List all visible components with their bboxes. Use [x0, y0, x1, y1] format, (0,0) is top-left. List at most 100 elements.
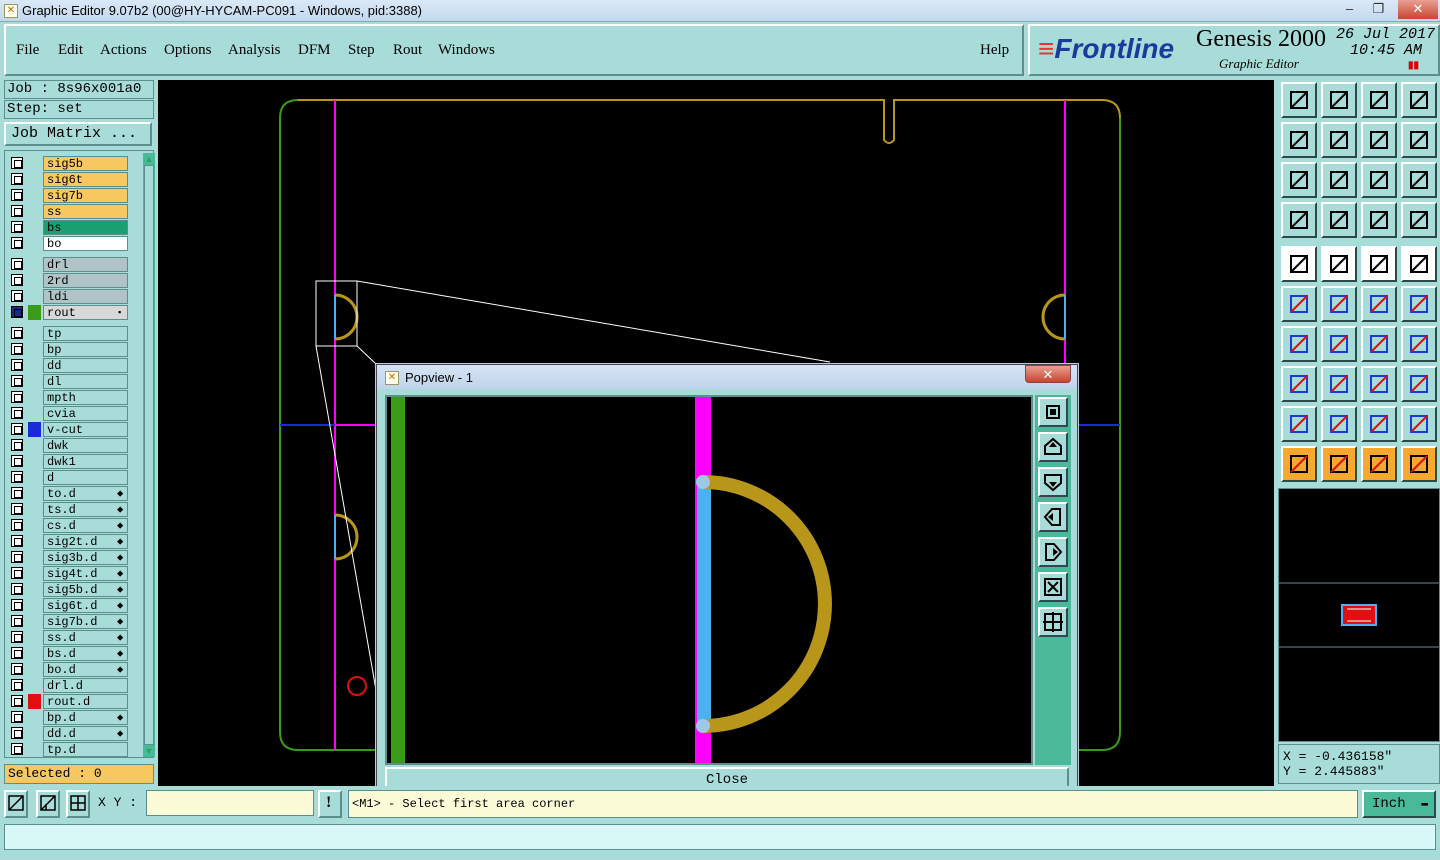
layer-name[interactable]: cs.d	[43, 518, 128, 533]
select-route-icon[interactable]	[1401, 446, 1437, 482]
layer-name[interactable]: dwk	[43, 438, 128, 453]
layer-checkbox[interactable]	[11, 711, 23, 723]
node-icon[interactable]	[1281, 366, 1317, 402]
undo-icon[interactable]	[1281, 122, 1317, 158]
layer-name[interactable]: cvia	[43, 406, 128, 421]
save-icon[interactable]	[1321, 82, 1357, 118]
layer-row[interactable]: dd	[9, 358, 128, 373]
layer-checkbox[interactable]	[11, 695, 23, 707]
grid-icon[interactable]	[66, 790, 90, 818]
layer-checkbox[interactable]	[11, 503, 23, 515]
layer-row[interactable]: ldi	[9, 289, 128, 304]
layer-name[interactable]: sig7b	[43, 188, 128, 203]
minimize-button[interactable]: –	[1336, 0, 1363, 19]
layer-name[interactable]: ss	[43, 204, 128, 219]
layer-checkbox[interactable]	[11, 237, 23, 249]
layer-row[interactable]: cvia	[9, 406, 128, 421]
layer-checkbox[interactable]	[11, 583, 23, 595]
popview-pan-left-icon[interactable]	[1038, 502, 1068, 532]
unit-selector[interactable]: Inch ▬	[1362, 790, 1436, 818]
connect-icon[interactable]	[1281, 286, 1317, 322]
layer-name[interactable]: dd.d	[43, 726, 128, 741]
layer-name[interactable]: ts.d	[43, 502, 128, 517]
join-icon[interactable]	[1321, 366, 1357, 402]
layer-name[interactable]: rout.d	[43, 694, 128, 709]
layer-row[interactable]: sig6t	[9, 172, 128, 187]
layer-row[interactable]: sig3b.d ⬥	[9, 550, 128, 565]
layer-row[interactable]: sig4t.d ⬥	[9, 566, 128, 581]
zoom-home-icon[interactable]	[1321, 162, 1357, 198]
layer-row[interactable]: sig7b	[9, 188, 128, 203]
layer-checkbox[interactable]	[11, 599, 23, 611]
xy-input[interactable]	[146, 790, 314, 816]
layer-name[interactable]: bo	[43, 236, 128, 251]
layer-row[interactable]: sig2t.d ⬥	[9, 534, 128, 549]
job-matrix-button[interactable]: Job Matrix ...	[4, 122, 152, 146]
layer-checkbox[interactable]	[11, 663, 23, 675]
menu-rout[interactable]: Rout	[393, 42, 422, 59]
layer-name[interactable]: mpth	[43, 390, 128, 405]
menu-step[interactable]: Step	[348, 42, 375, 59]
layer-name[interactable]: sig5b.d	[43, 582, 128, 597]
overview-map[interactable]	[1278, 488, 1440, 742]
layer-checkbox[interactable]	[11, 631, 23, 643]
layer-checkbox[interactable]	[11, 423, 23, 435]
popview-pan-up-icon[interactable]	[1038, 432, 1068, 462]
popview-pan-down-icon[interactable]	[1038, 467, 1068, 497]
layer-checkbox[interactable]	[11, 157, 23, 169]
layer-checkbox[interactable]	[11, 391, 23, 403]
layer-row[interactable]: drl	[9, 257, 128, 272]
popview-canvas[interactable]	[385, 395, 1033, 765]
query-icon[interactable]	[1401, 162, 1437, 198]
menu-help[interactable]: Help	[980, 42, 1009, 59]
layer-row[interactable]: bo	[9, 236, 128, 251]
layer-checkbox[interactable]	[11, 258, 23, 270]
select-box-icon[interactable]	[1321, 446, 1357, 482]
layer-row[interactable]: bs.d ⬥	[9, 646, 128, 661]
layer-name[interactable]: to.d	[43, 486, 128, 501]
angle-icon[interactable]	[1281, 326, 1317, 362]
snap-alt-icon[interactable]	[1401, 202, 1437, 238]
layer-checkbox[interactable]	[11, 359, 23, 371]
layer-name[interactable]: sig6t	[43, 172, 128, 187]
layer-name[interactable]: sig5b	[43, 156, 128, 171]
menu-file[interactable]: File	[16, 42, 39, 59]
triangle-icon[interactable]	[1281, 406, 1317, 442]
menu-dfm[interactable]: DFM	[298, 42, 331, 59]
layer-name[interactable]: bp.d	[43, 710, 128, 725]
layer-row[interactable]: ts.d ⬥	[9, 502, 128, 517]
layer-name[interactable]: sig7b.d	[43, 614, 128, 629]
layer-name[interactable]: 2rd	[43, 273, 128, 288]
home-icon[interactable]	[1361, 82, 1397, 118]
pad-icon[interactable]	[1281, 246, 1317, 282]
layer-name[interactable]: tp.d	[43, 742, 128, 757]
menu-actions[interactable]: Actions	[100, 42, 147, 59]
layer-checkbox[interactable]	[11, 487, 23, 499]
ruler-icon[interactable]	[1361, 246, 1397, 282]
layer-checkbox[interactable]	[11, 647, 23, 659]
popview-fit-icon[interactable]	[1038, 572, 1068, 602]
arc-icon[interactable]	[1361, 326, 1397, 362]
layer-name[interactable]: d	[43, 470, 128, 485]
window-icon[interactable]	[1401, 82, 1437, 118]
close-window-button[interactable]: ✕	[1398, 0, 1438, 19]
layer-checkbox[interactable]	[11, 221, 23, 233]
slash-icon[interactable]	[1321, 326, 1357, 362]
layer-checkbox[interactable]	[11, 173, 23, 185]
settings-icon[interactable]	[1281, 202, 1317, 238]
layer-name[interactable]: dl	[43, 374, 128, 389]
zoom-fit-icon[interactable]	[1281, 162, 1317, 198]
layer-checkbox[interactable]	[11, 455, 23, 467]
popview-center-icon[interactable]	[1038, 607, 1068, 637]
menu-analysis[interactable]: Analysis	[228, 42, 281, 59]
layer-row[interactable]: sig5b.d ⬥	[9, 582, 128, 597]
layer-scrollbar[interactable]: ▲ ▼	[143, 153, 155, 757]
layer-row[interactable]: dwk1	[9, 454, 128, 469]
layer-name[interactable]: rout	[43, 305, 128, 320]
layer-name[interactable]: ldi	[43, 289, 128, 304]
layer-name[interactable]: sig2t.d	[43, 534, 128, 549]
layer-checkbox[interactable]	[11, 343, 23, 355]
pause-icon[interactable]: ▮▮	[1408, 60, 1419, 71]
layer-name[interactable]: sig4t.d	[43, 566, 128, 581]
layer-name[interactable]: bp	[43, 342, 128, 357]
